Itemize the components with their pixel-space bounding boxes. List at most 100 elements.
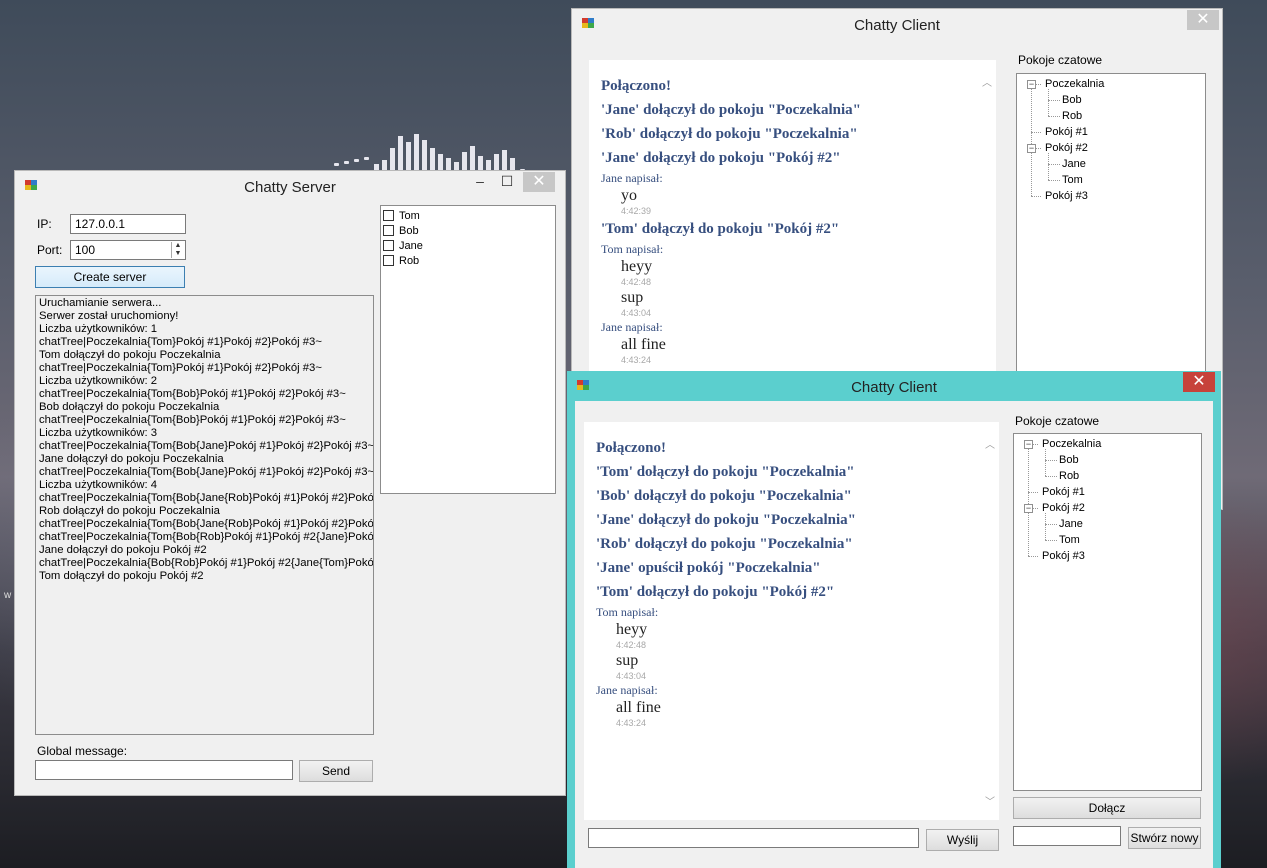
- close-button[interactable]: ✕: [1187, 10, 1219, 30]
- close-button[interactable]: ✕: [523, 172, 555, 192]
- server-titlebar[interactable]: Chatty Server – ☐ ✕: [15, 171, 565, 201]
- ip-input[interactable]: 127.0.0.1: [70, 214, 186, 234]
- checkbox[interactable]: [383, 240, 394, 251]
- system-message: 'Rob' dołączył do pokoju "Poczekalnia": [601, 126, 858, 142]
- tree-node-room[interactable]: Pokój #2: [1045, 141, 1088, 155]
- close-button[interactable]: ✕: [1183, 372, 1215, 392]
- user-checkbox-row[interactable]: Rob: [383, 253, 555, 268]
- scroll-up-icon[interactable]: ︿: [983, 436, 997, 451]
- log-line: Liczba użytkowników: 2: [39, 375, 158, 387]
- tree-node-user[interactable]: Jane: [1062, 157, 1086, 171]
- chat-message: all fine: [616, 699, 661, 716]
- server-log[interactable]: Uruchamianie serwera... Serwer został uru…: [35, 295, 374, 735]
- message-timestamp: 4:43:24: [616, 718, 647, 728]
- system-message: 'Jane' opuścił pokój "Poczekalnia": [596, 560, 821, 576]
- message-author: Jane napisał:: [601, 171, 663, 185]
- user-name: Tom: [399, 209, 420, 222]
- message-timestamp: 4:42:39: [621, 206, 652, 216]
- message-timestamp: 4:43:04: [621, 308, 652, 318]
- log-line: chatTree|Poczekalnia{Tom{Bob{Jane}Pokój …: [39, 466, 374, 478]
- chat-log[interactable]: Połączono! 'Tom' dołączył do pokoju "Pocz…: [584, 422, 999, 820]
- global-message-input[interactable]: [35, 760, 293, 780]
- ip-label: IP:: [37, 217, 52, 231]
- tree-node-user[interactable]: Tom: [1059, 533, 1080, 547]
- tree-node-room[interactable]: Pokój #3: [1042, 549, 1085, 563]
- tree-node-room[interactable]: Pokój #2: [1042, 501, 1085, 515]
- stepper-arrows-icon[interactable]: ▲ ▼: [171, 242, 184, 258]
- collapse-icon[interactable]: −: [1024, 504, 1033, 513]
- client-window-front[interactable]: Chatty Client ✕ Połączono! 'Tom' dołączył…: [567, 371, 1221, 868]
- tree-node-room[interactable]: Poczekalnia: [1045, 77, 1104, 91]
- chat-message: sup: [616, 652, 639, 669]
- log-line: Rob dołączył do pokoju Poczekalnia: [39, 505, 220, 517]
- tree-node-room[interactable]: Pokój #1: [1042, 485, 1085, 499]
- client-back-titlebar[interactable]: Chatty Client ✕: [572, 9, 1222, 39]
- system-message: Połączono!: [601, 78, 671, 94]
- create-server-button[interactable]: Create server: [35, 266, 185, 288]
- port-stepper[interactable]: 100 ▲ ▼: [70, 240, 186, 260]
- message-author: Jane napisał:: [601, 320, 663, 334]
- port-label: Port:: [37, 243, 63, 257]
- server-window[interactable]: Chatty Server – ☐ ✕ IP: 127.0.0.1 Port: …: [14, 170, 566, 796]
- system-message: 'Jane' dołączył do pokoju "Pokój #2": [601, 150, 841, 166]
- new-room-input[interactable]: [1013, 826, 1121, 846]
- global-message-label: Global message:: [37, 744, 128, 758]
- log-line: Jane dołączył do pokoju Poczekalnia: [39, 453, 224, 465]
- chat-message: all fine: [621, 336, 666, 353]
- system-message: 'Rob' dołączył do pokoju "Poczekalnia": [596, 536, 853, 552]
- collapse-icon[interactable]: −: [1027, 144, 1036, 153]
- create-room-button[interactable]: Stwórz nowy: [1128, 827, 1201, 849]
- send-button[interactable]: Send: [299, 760, 373, 782]
- message-author: Tom napisał:: [596, 605, 659, 619]
- tree-node-user[interactable]: Tom: [1062, 173, 1083, 187]
- user-checkbox-row[interactable]: Bob: [383, 223, 555, 238]
- rooms-tree[interactable]: − Poczekalnia Bob Rob Pokój #1− Pokój #2 Jane T…: [1013, 433, 1202, 791]
- log-line: chatTree|Poczekalnia{Tom{Bob}Pokój #1}Po…: [39, 388, 346, 400]
- system-message: 'Tom' dołączył do pokoju "Pokój #2": [596, 584, 835, 600]
- tree-node-user[interactable]: Jane: [1059, 517, 1083, 531]
- chat-message: heyy: [621, 258, 653, 275]
- tree-node-user[interactable]: Bob: [1059, 453, 1079, 467]
- minimize-icon[interactable]: –: [466, 171, 494, 191]
- log-line: Liczba użytkowników: 3: [39, 427, 158, 439]
- tree-node-user[interactable]: Rob: [1062, 109, 1082, 123]
- join-room-button[interactable]: Dołącz: [1013, 797, 1201, 819]
- message-input[interactable]: [588, 828, 919, 848]
- window-title: Chatty Client: [854, 17, 940, 34]
- client-front-titlebar[interactable]: Chatty Client ✕: [567, 371, 1221, 401]
- tree-node-room[interactable]: Poczekalnia: [1042, 437, 1101, 451]
- tree-node-room[interactable]: Pokój #1: [1045, 125, 1088, 139]
- message-timestamp: 4:42:48: [616, 640, 647, 650]
- checkbox[interactable]: [383, 255, 394, 266]
- log-line: Tom dołączył do pokoju Poczekalnia: [39, 349, 221, 361]
- collapse-icon[interactable]: −: [1027, 80, 1036, 89]
- desktop-partial-text: w: [4, 590, 12, 601]
- port-value: 100: [75, 243, 96, 257]
- log-line: Bob dołączył do pokoju Poczekalnia: [39, 401, 220, 413]
- tree-node-user[interactable]: Bob: [1062, 93, 1082, 107]
- log-line: chatTree|Poczekalnia{Bob{Rob}Pokój #1}Po…: [39, 557, 374, 569]
- user-checkbox-row[interactable]: Jane: [383, 238, 555, 253]
- system-message: 'Bob' dołączył do pokoju "Poczekalnia": [596, 488, 852, 504]
- message-timestamp: 4:43:04: [616, 671, 647, 681]
- rooms-tree[interactable]: − Poczekalnia Bob Rob Pokój #1− Pokój #2 Jane T…: [1016, 73, 1206, 403]
- scroll-up-icon[interactable]: ︿: [980, 74, 994, 89]
- log-line: Serwer został uruchomiony!: [39, 310, 179, 322]
- send-message-button[interactable]: Wyślij: [926, 829, 999, 851]
- tree-node-user[interactable]: Rob: [1059, 469, 1079, 483]
- rooms-groupbox-label: Pokoje czatowe: [1013, 414, 1102, 428]
- checkbox[interactable]: [383, 210, 394, 221]
- tree-node-room[interactable]: Pokój #3: [1045, 189, 1088, 203]
- checkbox[interactable]: [383, 225, 394, 236]
- user-checkbox-row[interactable]: Tom: [383, 208, 555, 223]
- scroll-down-icon[interactable]: ﹀: [983, 793, 997, 808]
- collapse-icon[interactable]: −: [1024, 440, 1033, 449]
- message-timestamp: 4:42:48: [621, 277, 652, 287]
- users-checklist[interactable]: Tom Bob Jane Rob: [380, 205, 556, 494]
- log-line: Tom dołączył do pokoju Pokój #2: [39, 570, 204, 582]
- maximize-icon[interactable]: ☐: [493, 171, 521, 191]
- system-message: 'Jane' dołączył do pokoju "Poczekalnia": [601, 102, 862, 118]
- chat-message: sup: [621, 289, 644, 306]
- system-message: 'Tom' dołączył do pokoju "Pokój #2": [601, 221, 840, 237]
- system-message: Połączono!: [596, 440, 666, 456]
